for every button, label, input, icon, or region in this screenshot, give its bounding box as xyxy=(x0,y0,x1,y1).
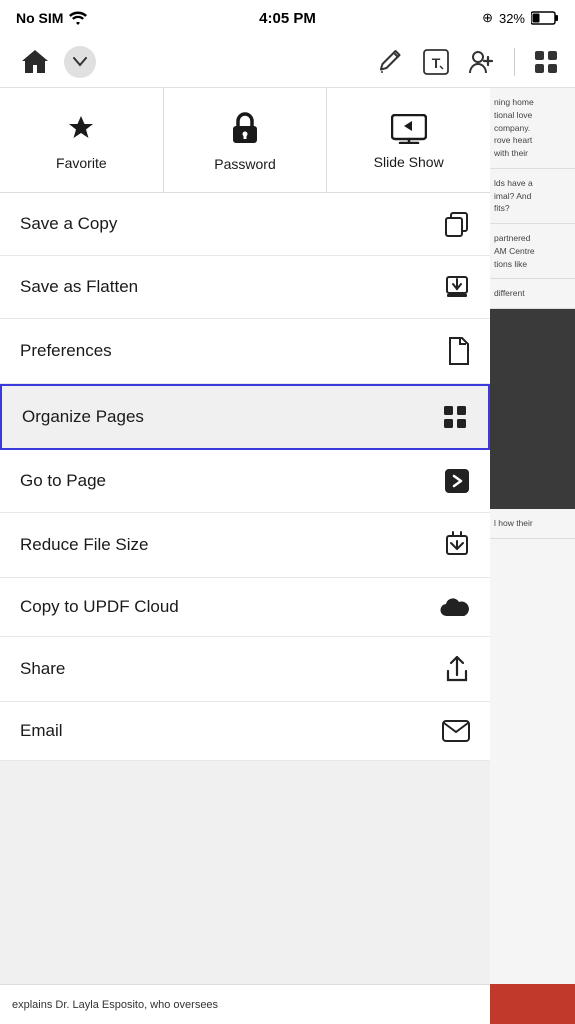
menu-list: Save a Copy Save as Flatten xyxy=(0,193,490,761)
slideshow-icon xyxy=(391,114,427,144)
preferences-item[interactable]: Preferences xyxy=(0,319,490,384)
go-to-page-label: Go to Page xyxy=(20,471,106,491)
save-copy-item[interactable]: Save a Copy xyxy=(0,193,490,256)
grid-apps-icon xyxy=(533,49,559,75)
organize-grid-icon xyxy=(442,404,468,430)
background-content-right: ning hometional lovecompany.rove heartwi… xyxy=(490,88,575,1024)
copy-cloud-label: Copy to UPDF Cloud xyxy=(20,597,179,617)
svg-text:T: T xyxy=(432,55,441,71)
save-copy-label: Save a Copy xyxy=(20,214,117,234)
edit-tool-button[interactable] xyxy=(378,49,404,75)
cloud-icon xyxy=(440,596,470,618)
status-carrier: No SIM xyxy=(16,10,87,26)
toolbar-separator xyxy=(514,48,515,76)
pencil-icon xyxy=(378,49,404,75)
chevron-down-icon xyxy=(73,57,87,67)
text-edit-icon: T xyxy=(422,48,450,76)
preferences-label: Preferences xyxy=(20,341,112,361)
share-icon xyxy=(444,655,470,683)
status-bar: No SIM 4:05 PM ⊕ 32% xyxy=(0,0,575,36)
menu-panel: Favorite Password Slide Show Save a xyxy=(0,88,490,761)
location-icon: ⊕ xyxy=(482,10,493,26)
bg-text-4: different xyxy=(490,279,575,309)
toolbar-right: T xyxy=(378,48,559,76)
chevron-down-button[interactable] xyxy=(64,46,96,78)
go-to-page-item[interactable]: Go to Page xyxy=(0,450,490,513)
toolbar: T xyxy=(0,36,575,88)
bg-text-2: lds have aimal? Andfits? xyxy=(490,169,575,224)
wifi-icon xyxy=(69,11,87,25)
top-actions: Favorite Password Slide Show xyxy=(0,88,490,193)
share-item[interactable]: Share xyxy=(0,637,490,702)
bottom-bar: explains Dr. Layla Esposito, who oversee… xyxy=(0,984,575,1024)
password-button[interactable]: Password xyxy=(164,88,328,192)
bottom-text: explains Dr. Layla Esposito, who oversee… xyxy=(12,999,218,1011)
bottom-accent xyxy=(490,984,575,1024)
carrier-label: No SIM xyxy=(16,10,63,26)
bg-text-1: ning hometional lovecompany.rove heartwi… xyxy=(490,88,575,169)
email-item[interactable]: Email xyxy=(0,702,490,761)
home-icon xyxy=(20,48,50,76)
organize-pages-label: Organize Pages xyxy=(22,407,144,427)
slideshow-label: Slide Show xyxy=(374,154,444,170)
bg-text-3: partneredAM Centretions like xyxy=(490,224,575,279)
status-right: ⊕ 32% xyxy=(482,10,559,26)
download-icon xyxy=(444,274,470,300)
lock-icon xyxy=(230,112,260,146)
slideshow-button[interactable]: Slide Show xyxy=(327,88,490,192)
favorite-button[interactable]: Favorite xyxy=(0,88,164,192)
save-flatten-item[interactable]: Save as Flatten xyxy=(0,256,490,319)
save-flatten-label: Save as Flatten xyxy=(20,277,138,297)
person-add-icon xyxy=(468,49,496,75)
password-label: Password xyxy=(214,156,275,172)
email-label: Email xyxy=(20,721,63,741)
bg-text-5: l how their xyxy=(490,509,575,539)
reduce-file-label: Reduce File Size xyxy=(20,535,149,555)
apps-tool-button[interactable] xyxy=(533,49,559,75)
star-icon xyxy=(65,113,97,145)
toolbar-left xyxy=(16,43,96,81)
share-label: Share xyxy=(20,659,65,679)
text-tool-button[interactable]: T xyxy=(422,48,450,76)
status-time: 4:05 PM xyxy=(259,10,316,27)
bg-image-1 xyxy=(490,309,575,509)
arrow-right-icon xyxy=(444,468,470,494)
reduce-file-item[interactable]: Reduce File Size xyxy=(0,513,490,578)
document-icon xyxy=(446,337,470,365)
battery-icon xyxy=(531,11,559,25)
home-button[interactable] xyxy=(16,43,54,81)
copy-cloud-item[interactable]: Copy to UPDF Cloud xyxy=(0,578,490,637)
person-tool-button[interactable] xyxy=(468,49,496,75)
compress-icon xyxy=(444,531,470,559)
organize-pages-item[interactable]: Organize Pages xyxy=(0,384,490,450)
email-icon xyxy=(442,720,470,742)
copy-icon xyxy=(444,211,470,237)
battery-percent: 32% xyxy=(499,11,525,26)
favorite-label: Favorite xyxy=(56,155,107,171)
